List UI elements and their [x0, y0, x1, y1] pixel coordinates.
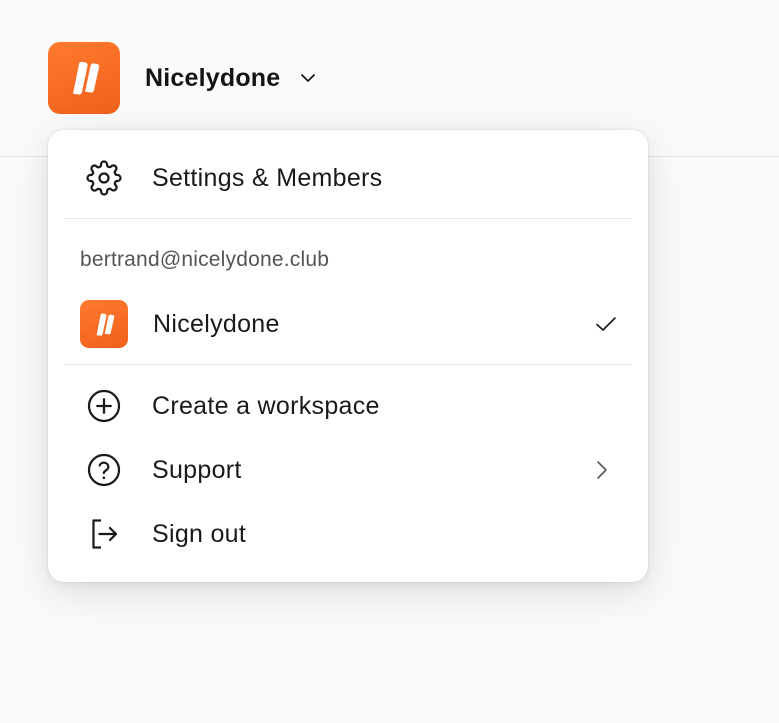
sign-out-item[interactable]: Sign out	[64, 506, 632, 562]
account-email: bertrand@nicelydone.club	[80, 248, 330, 271]
create-workspace-label: Create a workspace	[152, 391, 380, 420]
chevron-right-icon	[594, 459, 610, 481]
workspace-item-label: Nicelydone	[153, 309, 280, 338]
checkmark-icon	[594, 312, 618, 336]
support-item[interactable]: Support	[64, 442, 632, 498]
question-circle-icon	[84, 450, 124, 490]
workspace-item-nicelydone[interactable]: Nicelydone	[64, 296, 632, 352]
gear-icon	[84, 158, 124, 198]
nicelydone-logo-icon	[48, 42, 120, 114]
app-page: Nicelydone Settings & Members bertrand@n…	[0, 0, 779, 723]
support-label: Support	[152, 455, 242, 484]
chevron-down-icon	[298, 68, 318, 88]
workspace-menu: Settings & Members bertrand@nicelydone.c…	[48, 130, 648, 582]
settings-members-label: Settings & Members	[152, 163, 383, 192]
sign-out-icon	[84, 514, 124, 554]
create-workspace-item[interactable]: Create a workspace	[64, 378, 632, 434]
workspace-switcher[interactable]: Nicelydone	[48, 42, 318, 114]
menu-divider	[64, 364, 632, 365]
nicelydone-logo-icon	[80, 300, 128, 348]
settings-members-item[interactable]: Settings & Members	[64, 150, 632, 206]
plus-circle-icon	[84, 386, 124, 426]
workspace-name: Nicelydone	[145, 63, 281, 92]
menu-divider	[64, 218, 632, 219]
sign-out-label: Sign out	[152, 519, 247, 548]
